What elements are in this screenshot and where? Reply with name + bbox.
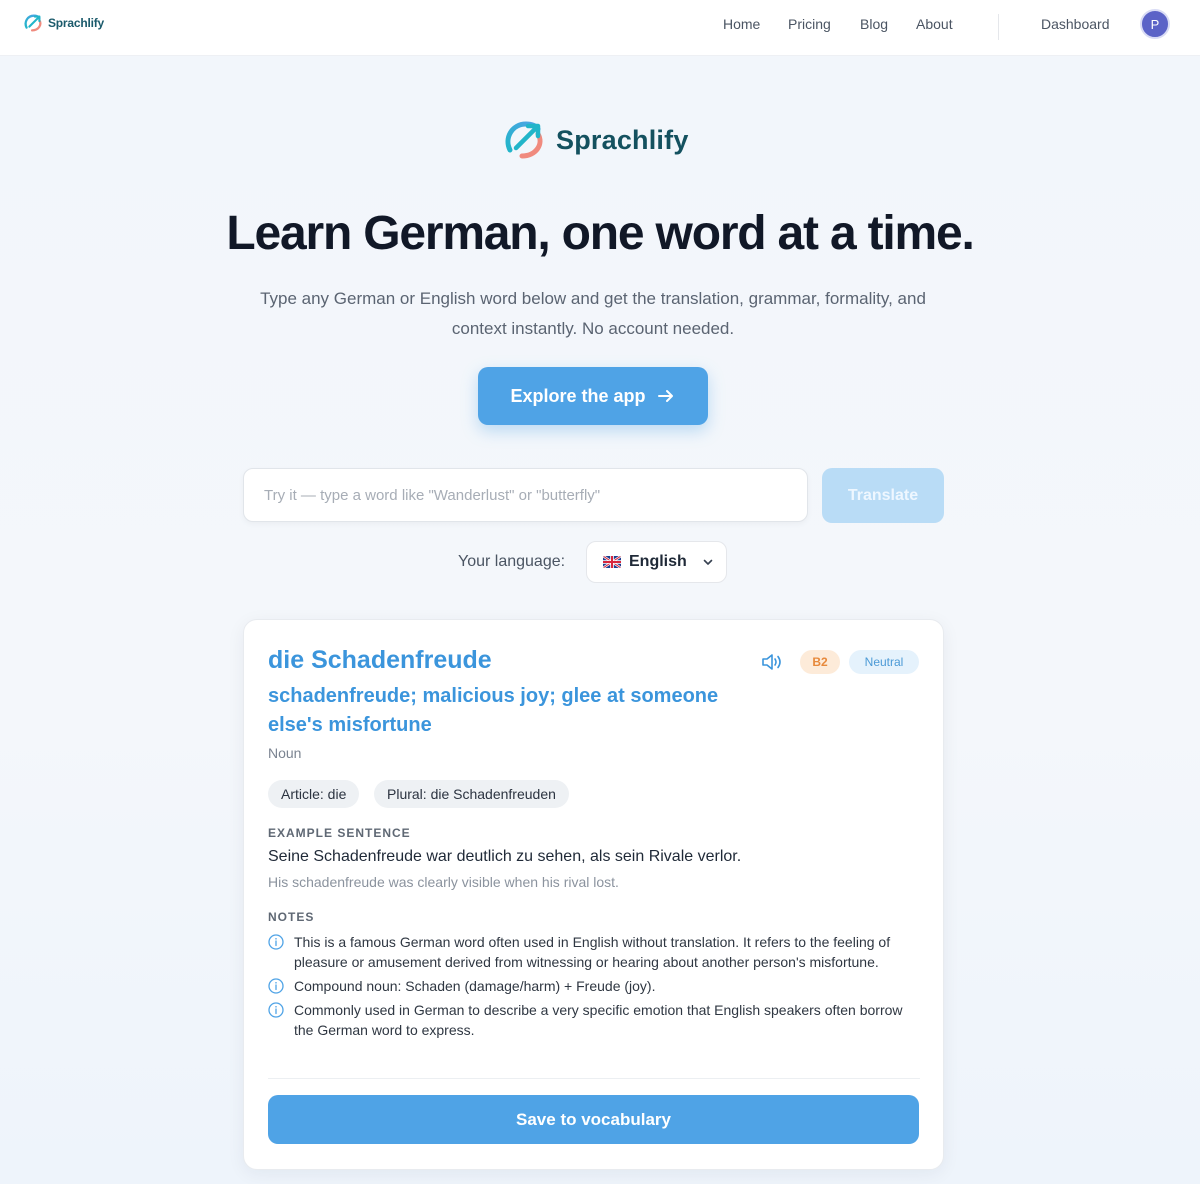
nav-logo-text: Sprachlify <box>48 16 105 30</box>
result-translation: schadenfreude; malicious joy; glee at so… <box>268 685 719 736</box>
notes-section-label: NOTES <box>268 910 315 924</box>
part-of-speech: Noun <box>268 745 302 761</box>
language-value: English <box>629 553 687 570</box>
top-navbar: Sprachlify Home Pricing Blog About Dashb… <box>0 0 1200 56</box>
notes-list: This is a famous German word often used … <box>268 932 920 1044</box>
info-icon <box>268 934 284 950</box>
info-icon <box>268 1002 284 1018</box>
language-select[interactable]: English <box>586 541 727 583</box>
brand-name: Sprachlify <box>556 124 689 155</box>
hero-headline: Learn German, one word at a time. <box>226 207 974 260</box>
note-text: Compound noun: Schaden (damage/harm) + F… <box>294 978 656 994</box>
note-text: Commonly used in German to describe a ve… <box>294 1002 903 1038</box>
result-word: die Schadenfreude <box>268 646 492 674</box>
note-text: This is a famous German word often used … <box>294 934 891 970</box>
level-badge: B2 <box>800 650 840 674</box>
note-item: Commonly used in German to describe a ve… <box>268 1000 920 1040</box>
language-label: Your language: <box>458 553 566 570</box>
article-chip: Article: die <box>268 780 360 808</box>
logo-icon <box>24 14 42 32</box>
note-item: Compound noun: Schaden (damage/harm) + F… <box>268 976 920 996</box>
nav-link-pricing[interactable]: Pricing <box>788 16 831 32</box>
nav-link-dashboard[interactable]: Dashboard <box>1041 16 1110 32</box>
plural-chip: Plural: die Schadenfreuden <box>374 780 569 808</box>
translation-result-card: die Schadenfreude schadenfreude; malicio… <box>243 619 944 1170</box>
translate-button[interactable]: Translate <box>822 468 944 523</box>
note-item: This is a famous German word often used … <box>268 932 920 972</box>
word-search-input[interactable] <box>243 468 808 522</box>
example-section-label: EXAMPLE SENTENCE <box>268 826 411 840</box>
uk-flag-icon <box>603 556 621 568</box>
info-icon <box>268 978 284 994</box>
hero-subtitle: Type any German or English word below an… <box>260 289 926 338</box>
nav-link-home[interactable]: Home <box>723 16 760 32</box>
arrow-right-icon <box>657 390 673 402</box>
example-sentence-english: His schadenfreude was clearly visible wh… <box>268 874 619 890</box>
card-divider <box>268 1078 920 1079</box>
explore-app-label: Explore the app <box>510 385 646 406</box>
chevron-down-icon <box>703 559 713 565</box>
logo-icon <box>505 121 543 159</box>
avatar[interactable]: P <box>1140 9 1170 39</box>
explore-app-button[interactable]: Explore the app <box>478 367 708 425</box>
nav-divider <box>998 14 999 40</box>
formality-badge: Neutral <box>849 650 919 674</box>
speaker-icon[interactable] <box>760 652 784 672</box>
example-sentence-german: Seine Schadenfreude war deutlich zu sehe… <box>268 848 742 865</box>
nav-link-about[interactable]: About <box>916 16 953 32</box>
nav-link-blog[interactable]: Blog <box>860 16 888 32</box>
hero-brand: Sprachlify <box>500 116 689 164</box>
nav-logo[interactable]: Sprachlify <box>22 12 104 34</box>
save-to-vocabulary-button[interactable]: Save to vocabulary <box>268 1095 919 1144</box>
